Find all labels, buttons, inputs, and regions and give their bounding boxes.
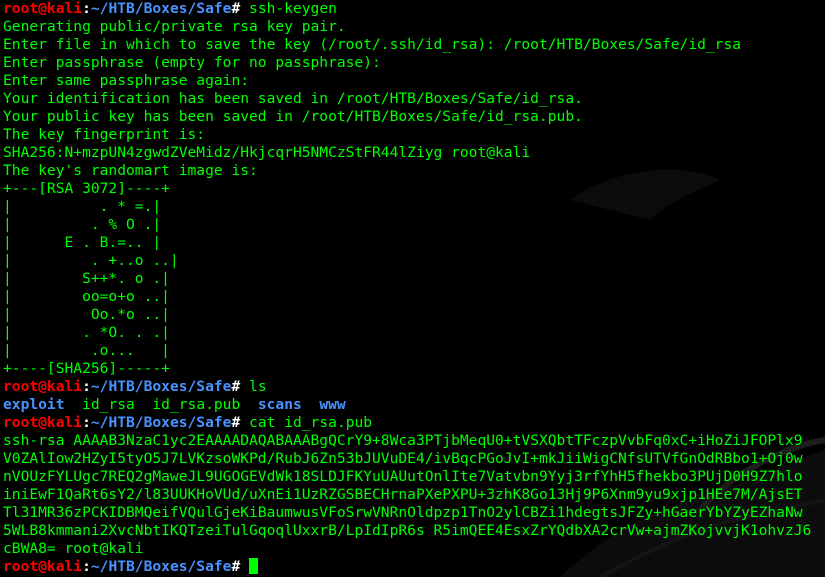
prompt-line: root@kali:~/HTB/Boxes/Safe# cat id_rsa.p… <box>3 414 825 432</box>
text-cursor[interactable] <box>249 558 259 574</box>
prompt-user-host: root@kali <box>3 414 83 431</box>
randomart-line: | . *O. . .| <box>3 324 170 341</box>
output-line: Your public key has been saved in /root/… <box>3 108 583 125</box>
randomart-line: | .o... | <box>3 342 170 359</box>
output-line: Generating public/private rsa key pair. <box>3 18 346 35</box>
prompt-separator: : <box>82 558 91 575</box>
prompt-separator: : <box>82 414 91 431</box>
prompt-line: root@kali:~/HTB/Boxes/Safe# ssh-keygen <box>3 0 825 18</box>
prompt-symbol: # <box>231 378 250 395</box>
pubkey-line: V0ZAlIow2HZyI5tyO5J7LVKzsoWKPd/RubJ6Zn53… <box>3 450 803 467</box>
prompt-symbol: # <box>231 0 250 17</box>
prompt-path: ~/HTB/Boxes/Safe <box>90 558 232 575</box>
randomart-line: +---[RSA 3072]----+ <box>3 180 170 197</box>
output-line: Enter passphrase (empty for no passphras… <box>3 54 381 71</box>
randomart-line: | . * =.| <box>3 198 162 215</box>
prompt-user-host: root@kali <box>3 558 83 575</box>
output-line: Your identification has been saved in /r… <box>3 90 583 107</box>
pubkey-line: nVOUzFYLUgc7REQ2gMaweJL9UGOGEVdWk18SLDJF… <box>3 468 803 485</box>
prompt-line: root@kali:~/HTB/Boxes/Safe# ls <box>3 378 825 396</box>
pubkey-line: Tl31MR36zPCKIDBMQeifVQulGjeKiBaumwusVFoS… <box>3 504 803 521</box>
pubkey-line: 5WLB8kmmani2XvcNbtIKQTzeiTulGqoqlUxxrB/L… <box>3 522 812 539</box>
output-line: Enter same passphrase again: <box>3 72 250 89</box>
randomart-line: | . % O .| <box>3 216 162 233</box>
command-text: cat id_rsa.pub <box>249 414 373 431</box>
prompt-path: ~/HTB/Boxes/Safe <box>90 378 232 395</box>
pubkey-line: ssh-rsa AAAAB3NzaC1yc2EAAAADAQABAAABgQCr… <box>3 432 803 449</box>
ls-output-line: exploit id_rsa id_rsa.pub scans www <box>3 396 825 414</box>
ls-item: exploit <box>3 396 65 413</box>
ls-item: www <box>319 396 346 413</box>
prompt-user-host: root@kali <box>3 0 83 17</box>
output-line: SHA256:N+mzpUN4zgwdZVeMidz/HkjcqrH5NMCzS… <box>3 144 531 161</box>
prompt-path: ~/HTB/Boxes/Safe <box>90 0 232 17</box>
ls-item: scans <box>257 396 302 413</box>
ls-item: id_rsa <box>82 396 135 413</box>
active-prompt-line[interactable]: root@kali:~/HTB/Boxes/Safe# <box>3 558 825 576</box>
prompt-symbol: # <box>231 414 250 431</box>
randomart-line: | Oo.*o ..| <box>3 306 170 323</box>
randomart-line: | oo=o+o ..| <box>3 288 170 305</box>
prompt-separator: : <box>82 378 91 395</box>
terminal-window[interactable]: root@kali:~/HTB/Boxes/Safe# ssh-keygen G… <box>0 0 825 577</box>
prompt-path: ~/HTB/Boxes/Safe <box>90 414 232 431</box>
randomart-line: | S++*. o .| <box>3 270 170 287</box>
command-text: ls <box>249 378 267 395</box>
randomart-line: | E . B.=.. | <box>3 234 162 251</box>
output-line: The key's randomart image is: <box>3 162 258 179</box>
pubkey-line: iniEwF1QaRt6sY2/l83UUKHoVUd/uXnEi1UzRZGS… <box>3 486 803 503</box>
prompt-symbol: # <box>231 558 250 575</box>
randomart-line: +----[SHA256]-----+ <box>3 360 170 377</box>
terminal-output: root@kali:~/HTB/Boxes/Safe# ssh-keygen G… <box>3 0 825 576</box>
pubkey-line: cBWA8= root@kali <box>3 540 144 557</box>
prompt-separator: : <box>82 0 91 17</box>
command-text: ssh-keygen <box>249 0 337 17</box>
output-line: Enter file in which to save the key (/ro… <box>3 36 742 53</box>
output-line: The key fingerprint is: <box>3 126 206 143</box>
prompt-user-host: root@kali <box>3 378 83 395</box>
ls-item: id_rsa.pub <box>152 396 241 413</box>
randomart-line: | . +..o ..| <box>3 252 179 269</box>
